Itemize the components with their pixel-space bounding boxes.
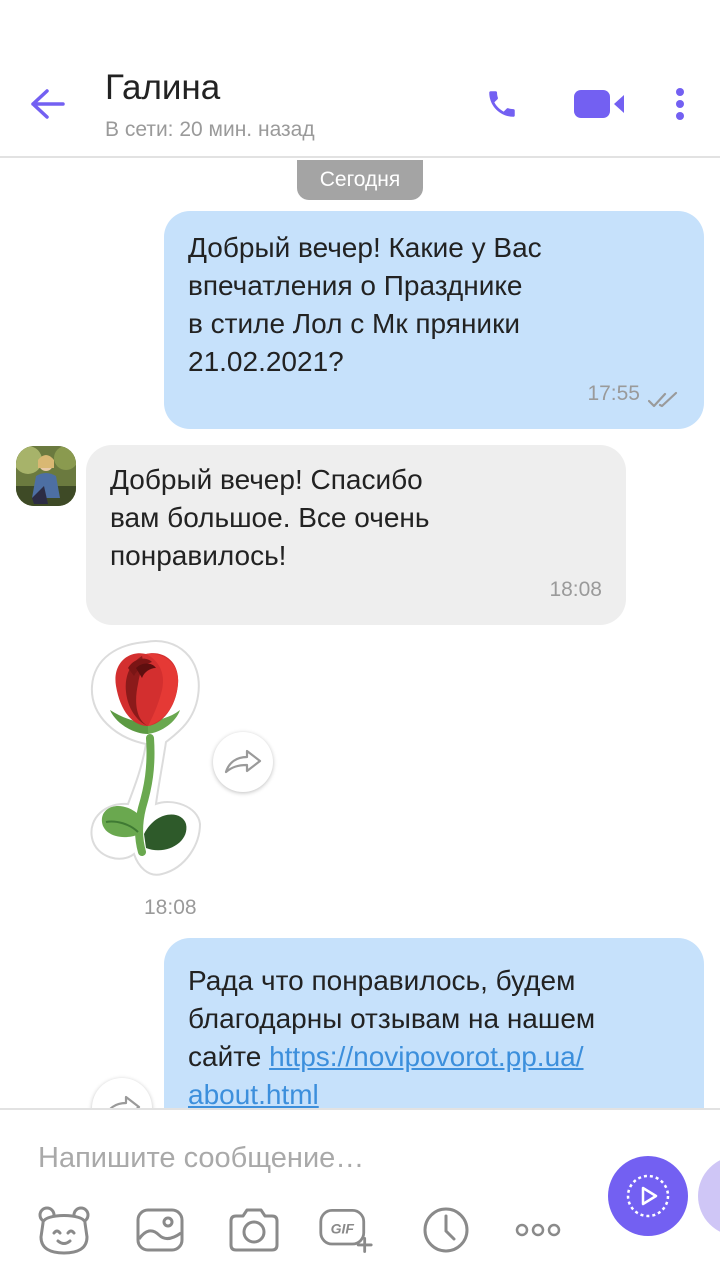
rose-sticker[interactable] [86,638,206,886]
back-button[interactable] [22,80,74,128]
outgoing-message[interactable]: Рада что понравилось, будем благодарны о… [164,938,704,1108]
video-call-button[interactable] [568,82,630,126]
date-separator: Сегодня [297,160,423,200]
sticker-icon [38,1206,90,1255]
more-tools-button[interactable] [510,1202,566,1258]
rose-icon [90,640,202,876]
message-time: 18:08 [549,578,602,601]
sticker-button[interactable] [36,1202,92,1258]
video-message-icon [626,1174,670,1218]
more-icon [515,1223,561,1237]
message-composer: GIF [0,1108,720,1280]
arrow-left-icon [31,89,65,119]
share-arrow-icon [109,1095,141,1108]
contact-status: В сети: 20 мин. назад [105,118,315,141]
double-check-icon [648,391,678,408]
chat-screen: Галина В сети: 20 мин. назад Сегодня Доб… [0,0,720,1280]
gif-button[interactable]: GIF [318,1202,374,1258]
avatar-photo [16,446,76,506]
gallery-button[interactable] [132,1202,188,1258]
secondary-action-button[interactable] [698,1156,720,1236]
message-text: Добрый вечер! Спасибо вам большое. Все о… [110,464,430,571]
gif-icon: GIF [319,1209,373,1253]
kebab-menu-icon [676,88,684,120]
forward-button[interactable] [213,732,273,792]
camera-button[interactable] [226,1202,282,1258]
message-input[interactable] [38,1138,578,1178]
video-message-button[interactable] [608,1156,688,1236]
timer-icon [423,1207,469,1253]
contact-name[interactable]: Галина [105,68,220,108]
share-arrow-icon [224,749,262,774]
forward-button[interactable] [92,1078,152,1108]
chat-header: Галина В сети: 20 мин. назад [0,0,720,158]
gallery-icon [136,1208,184,1252]
message-time: 17:55 [587,382,640,405]
camera-icon [229,1208,279,1252]
message-list[interactable]: Сегодня Добрый вечер! Какие у Вас впечат… [0,160,720,1108]
phone-icon [489,91,515,117]
incoming-message[interactable]: Добрый вечер! Спасибо вам большое. Все о… [86,445,626,625]
contact-avatar[interactable] [16,446,76,506]
more-menu-button[interactable] [662,82,698,126]
video-camera-icon [574,90,624,118]
timer-button[interactable] [418,1202,474,1258]
message-text: Добрый вечер! Какие у Вас впечатления о … [188,232,542,377]
svg-text:GIF: GIF [331,1221,355,1237]
outgoing-message[interactable]: Добрый вечер! Какие у Вас впечатления о … [164,211,704,429]
sticker-time: 18:08 [144,896,197,919]
call-button[interactable] [478,82,526,126]
